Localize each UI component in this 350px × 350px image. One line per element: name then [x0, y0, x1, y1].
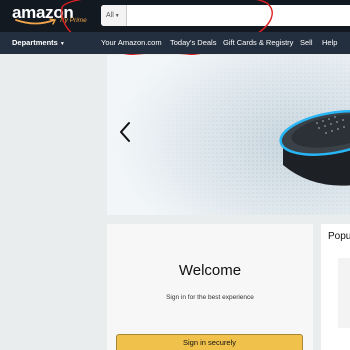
logo-smile-icon [15, 18, 57, 25]
caret-down-icon: ▼ [59, 41, 65, 47]
search-department-label: All [106, 12, 114, 19]
departments-menu[interactable]: Departments ▼ [12, 32, 65, 55]
welcome-heading: Welcome [178, 262, 242, 279]
nav-bar: Departments ▼ Your Amazon.com Today's Dea… [0, 32, 350, 54]
hero-background [107, 55, 350, 215]
top-bar: amazon Try Prime All▼ [0, 0, 350, 32]
nav-your-amazon[interactable]: Your Amazon.com [101, 32, 162, 54]
popular-card: Popu [321, 224, 350, 350]
hero-carousel[interactable] [107, 55, 350, 215]
try-prime-link[interactable]: Try Prime [59, 17, 87, 24]
sign-in-button[interactable]: Sign in securely [116, 334, 303, 350]
popular-card-title: Popu [328, 231, 350, 242]
welcome-subtitle: Sign in for the best experience [166, 294, 254, 301]
nav-help[interactable]: Help [322, 32, 337, 54]
amazon-logo[interactable]: amazon Try Prime [12, 3, 87, 25]
nav-todays-deals[interactable]: Today's Deals [170, 32, 216, 54]
search-input[interactable] [128, 5, 350, 26]
search-bar: All▼ [101, 5, 350, 26]
caret-down-icon: ▼ [114, 13, 120, 19]
nav-gift-cards[interactable]: Gift Cards & Registry [223, 32, 293, 54]
popular-card-image[interactable] [338, 258, 350, 328]
signin-card: Welcome Sign in for the best experience … [107, 224, 313, 350]
search-department-dropdown[interactable]: All▼ [101, 5, 127, 26]
departments-label: Departments [12, 38, 58, 47]
nav-sell[interactable]: Sell [300, 32, 313, 54]
chevron-left-icon[interactable] [119, 121, 131, 143]
